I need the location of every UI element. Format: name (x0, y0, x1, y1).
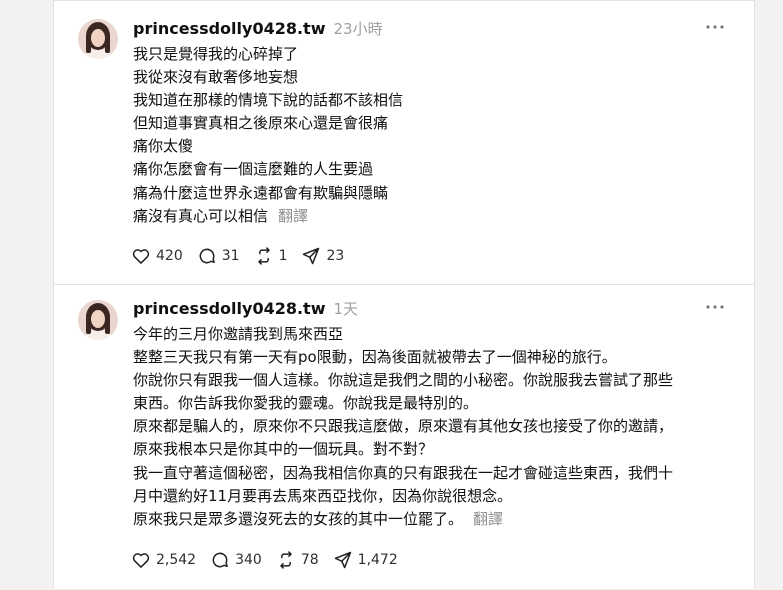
post-text-line: 我只是覺得我的心碎掉了 (133, 45, 299, 63)
heart-icon (132, 249, 150, 264)
action-bar: 2,542 340 78 1,472 (131, 549, 412, 571)
post-text-line: 痛你怎麼會有一個這麼難的人生要過 (133, 160, 374, 179)
like-button[interactable]: 2,542 (131, 549, 196, 571)
post-text-line: 原來我只是眾多還沒死去的女孩的其中一位罷了。 翻譯 (133, 508, 733, 531)
post-text-line: 東西。你告訴我你愛我的靈魂。你說我是最特別的。 (133, 394, 479, 413)
share-count: 23 (326, 248, 345, 264)
avatar[interactable] (78, 300, 118, 340)
comment-count: 340 (235, 552, 262, 568)
post-text-line: 你說你只有跟我一個人這樣。你說這是我們之間的小秘密。你說服我去嘗試了那些 (133, 371, 674, 390)
share-button[interactable]: 23 (301, 245, 344, 267)
translate-link[interactable]: 翻譯 (278, 207, 308, 225)
action-bar: 420 31 1 23 (131, 245, 358, 267)
post: princessdolly0428.tw 23小時 我只是覺得我的心碎掉了 我從… (54, 5, 754, 284)
comment-icon (212, 552, 228, 568)
feed: princessdolly0428.tw 23小時 我只是覺得我的心碎掉了 我從… (53, 0, 755, 589)
comment-button[interactable]: 340 (210, 549, 262, 571)
comment-icon (199, 248, 215, 264)
post-text-line: 我知道在那樣的情境下說的話都不該相信 (133, 91, 404, 110)
like-count: 2,542 (156, 552, 197, 568)
post-text-line: 今年的三月你邀請我到馬來西亞 (133, 325, 344, 343)
post-header: princessdolly0428.tw 1天 (133, 298, 358, 320)
more-icon[interactable] (704, 19, 726, 35)
repost-button[interactable]: 78 (276, 549, 319, 571)
post-text-line: 痛你太傻 (133, 137, 194, 156)
post-text-line: 但知道事實真相之後原來心還是會很痛 (133, 114, 389, 133)
post-body: 我只是覺得我的心碎掉了 我從來沒有敢奢侈地妄想 我知道在那樣的情境下說的話都不該… (133, 43, 733, 228)
heart-icon (132, 553, 150, 568)
post-text-line: 原來我根本只是你其中的一個玩具。對不對？ (133, 440, 434, 459)
comment-count: 31 (221, 248, 240, 264)
post-text-line: 月中還約好11月要再去馬來西亞找你，因為你說很想念。 (133, 486, 513, 505)
repost-count: 78 (300, 552, 319, 568)
post-text-line: 痛為什麼這世界永遠都會有欺騙與隱瞞 (133, 183, 389, 202)
share-count: 1,472 (357, 552, 398, 568)
post-header: princessdolly0428.tw 23小時 (133, 18, 383, 40)
post-text-line-last: 痛沒有真心可以相信 (133, 206, 269, 225)
share-icon (334, 551, 351, 569)
more-icon[interactable] (704, 299, 726, 315)
repost-icon (257, 247, 270, 265)
comment-button[interactable]: 31 (197, 245, 240, 267)
timestamp[interactable]: 23小時 (333, 18, 382, 39)
like-button[interactable]: 420 (131, 245, 183, 267)
share-button[interactable]: 1,472 (333, 549, 398, 571)
repost-button[interactable]: 1 (254, 245, 288, 267)
translate-link[interactable]: 翻譯 (473, 510, 503, 528)
post-body: 今年的三月你邀請我到馬來西亞 整整三天我只有第一天有po限動，因為後面就被帶去了… (133, 323, 733, 531)
repost-count: 1 (278, 248, 288, 264)
post-text-line: 我一直守著這個秘密，因為我相信你真的只有跟我在一起才會碰這些東西，我們十 (133, 463, 674, 482)
post: princessdolly0428.tw 1天 今年的三月你邀請我到馬來西亞 整… (54, 284, 754, 590)
username[interactable]: princessdolly0428.tw (133, 299, 325, 318)
post-text-line: 原來都是騙人的，原來你不只跟我這麼做，原來還有其他女孩也接受了你的邀請， (133, 417, 674, 436)
post-text-line: 痛沒有真心可以相信 翻譯 (133, 205, 733, 228)
timestamp[interactable]: 1天 (333, 298, 358, 319)
divider (54, 0, 754, 1)
post-text-line: 整整三天我只有第一天有po限動，因為後面就被帶去了一個神秘的旅行。 (133, 348, 617, 367)
share-icon (303, 247, 320, 265)
like-count: 420 (156, 248, 183, 264)
repost-icon (280, 551, 292, 569)
username[interactable]: princessdolly0428.tw (133, 19, 325, 38)
post-text-line-last: 原來我只是眾多還沒死去的女孩的其中一位罷了。 (133, 509, 464, 528)
post-text-line: 我從來沒有敢奢侈地妄想 (133, 68, 299, 87)
avatar[interactable] (78, 19, 118, 59)
